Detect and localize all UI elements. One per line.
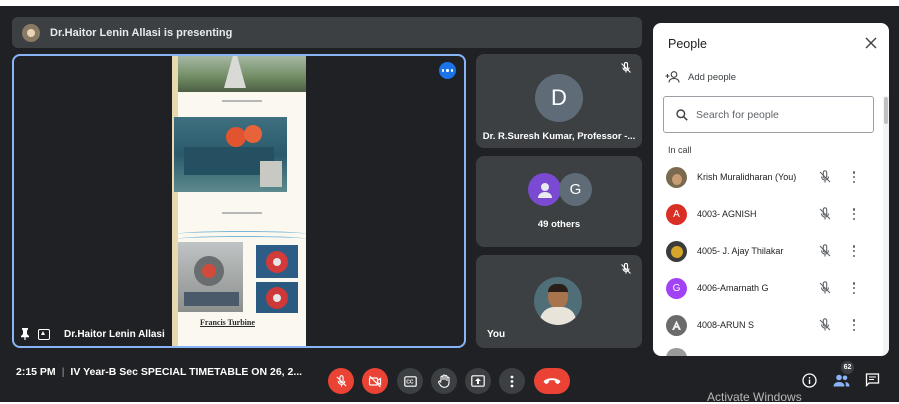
slide-photo-runner-2 [256, 282, 298, 313]
shared-slide: Francis Turbine [172, 56, 306, 346]
participant-row[interactable]: Krish Muralidharan (You) [653, 162, 883, 192]
participant-tile-suresh[interactable]: D Dr. R.Suresh Kumar, Professor -... [476, 54, 642, 148]
people-panel: People Add people Search for people In c… [653, 23, 889, 356]
closed-caption-icon: CC [403, 375, 417, 387]
presentation-tile[interactable]: Francis Turbine Dr.Haitor Lenin Allasi [12, 54, 466, 348]
microphone-off-icon [621, 263, 631, 274]
microphone-off-icon[interactable] [818, 244, 832, 258]
participant-more-icon[interactable] [852, 319, 856, 331]
raise-hand-icon [437, 374, 450, 388]
screen: Dr.Haitor Lenin Allasi is presenting Fra… [0, 0, 899, 404]
meeting-details-button[interactable] [800, 371, 818, 389]
participant-name: 4006-Amarnath G [697, 283, 769, 293]
panel-scrollbar-thumb[interactable] [884, 97, 888, 124]
presenter-tile-label: Dr.Haitor Lenin Allasi [20, 328, 165, 340]
participant-row[interactable]: 4005- J. Ajay Thilakar [653, 236, 883, 266]
participant-avatar-photo [666, 166, 687, 188]
search-people-input[interactable]: Search for people [663, 96, 874, 133]
present-screen-icon [38, 328, 50, 340]
microphone-off-icon[interactable] [818, 207, 832, 221]
participant-more-icon[interactable] [852, 208, 856, 220]
more-options-icon [510, 375, 514, 387]
captions-button[interactable]: CC [397, 368, 423, 394]
slide-photo-runner-1 [256, 245, 298, 278]
more-options-icon [441, 69, 454, 72]
presenter-name: Dr.Haitor Lenin Allasi [64, 328, 165, 340]
microphone-off-icon[interactable] [818, 318, 832, 332]
others-count: 49 others [537, 219, 581, 230]
leave-call-button[interactable] [534, 368, 570, 394]
separator: | [61, 366, 65, 378]
control-bar: 2:15 PM | IV Year-B Sec SPECIAL TIMETABLE … [0, 351, 899, 404]
presenting-banner: Dr.Haitor Lenin Allasi is presenting [12, 17, 642, 48]
in-call-label: In call [668, 145, 692, 155]
add-person-icon [665, 71, 680, 83]
panel-title: People [668, 37, 707, 51]
end-call-icon [543, 377, 561, 384]
people-icon [833, 374, 849, 386]
panel-scrollbar[interactable] [883, 96, 889, 356]
participant-avatar-photo [666, 240, 687, 262]
microphone-off-icon [335, 374, 347, 387]
chat-icon [865, 373, 879, 387]
slide-photo-francis-turbine [178, 242, 243, 312]
participant-row[interactable]: 4008-ARUN S [653, 310, 883, 340]
slide-photo-turbine-room [174, 117, 287, 192]
participant-name: 4008-ARUN S [697, 320, 755, 330]
participant-row[interactable]: G 4006-Amarnath G [653, 273, 883, 303]
microphone-off-icon[interactable] [818, 170, 832, 184]
participant-name: Dr. R.Suresh Kumar, Professor -... [482, 131, 636, 142]
presenting-text: Dr.Haitor Lenin Allasi is presenting [50, 26, 233, 39]
search-placeholder: Search for people [696, 108, 779, 121]
present-now-button[interactable] [465, 368, 491, 394]
microphone-off-icon[interactable] [818, 281, 832, 295]
person-avatar-icon [528, 173, 561, 206]
presenter-avatar [22, 23, 40, 42]
microphone-off-icon [621, 62, 631, 73]
participant-more-icon[interactable] [852, 245, 856, 257]
toggle-microphone-button[interactable] [328, 368, 354, 394]
camera-off-icon [368, 375, 382, 387]
self-tile[interactable]: You [476, 255, 642, 348]
participant-name: Krish Muralidharan (You) [697, 172, 797, 182]
svg-text:CC: CC [406, 379, 414, 385]
others-avatar: G [559, 173, 592, 206]
others-tile[interactable]: G 49 others [476, 156, 642, 247]
meet-window: Dr.Haitor Lenin Allasi is presenting Fra… [0, 6, 899, 404]
search-icon [676, 108, 688, 121]
slide-photo-outdoor [178, 56, 306, 92]
self-name: You [487, 329, 506, 340]
slide-caption: Francis Turbine [200, 318, 255, 327]
info-icon [801, 372, 817, 388]
self-avatar-photo [534, 277, 582, 325]
participant-avatar: G [666, 277, 687, 299]
participant-name: 4003- AGNISH [697, 209, 757, 219]
more-options-button[interactable] [499, 368, 525, 394]
raise-hand-button[interactable] [431, 368, 457, 394]
clock-time: 2:15 PM [16, 366, 56, 378]
participant-row[interactable]: A 4003- AGNISH [653, 199, 883, 229]
people-count-badge: 62 [841, 361, 854, 374]
participant-more-icon[interactable] [852, 171, 856, 183]
close-icon[interactable] [865, 37, 877, 49]
participant-avatar: A [666, 203, 687, 225]
pin-icon[interactable] [20, 328, 30, 340]
chat-button[interactable] [863, 371, 881, 389]
tile-more-options-button[interactable] [439, 62, 456, 79]
present-screen-icon [471, 375, 485, 387]
participant-avatar: D [535, 74, 583, 122]
participant-name: 4005- J. Ajay Thilakar [697, 246, 784, 256]
participant-avatar-photo [666, 314, 687, 336]
meeting-title: IV Year-B Sec SPECIAL TIMETABLE ON 26, 2… [70, 366, 303, 378]
participant-more-icon[interactable] [852, 282, 856, 294]
meeting-info: 2:15 PM | IV Year-B Sec SPECIAL TIMETABLE … [16, 366, 302, 378]
toggle-camera-button[interactable] [362, 368, 388, 394]
add-people-label: Add people [688, 71, 737, 83]
add-people-button[interactable]: Add people [665, 71, 736, 83]
